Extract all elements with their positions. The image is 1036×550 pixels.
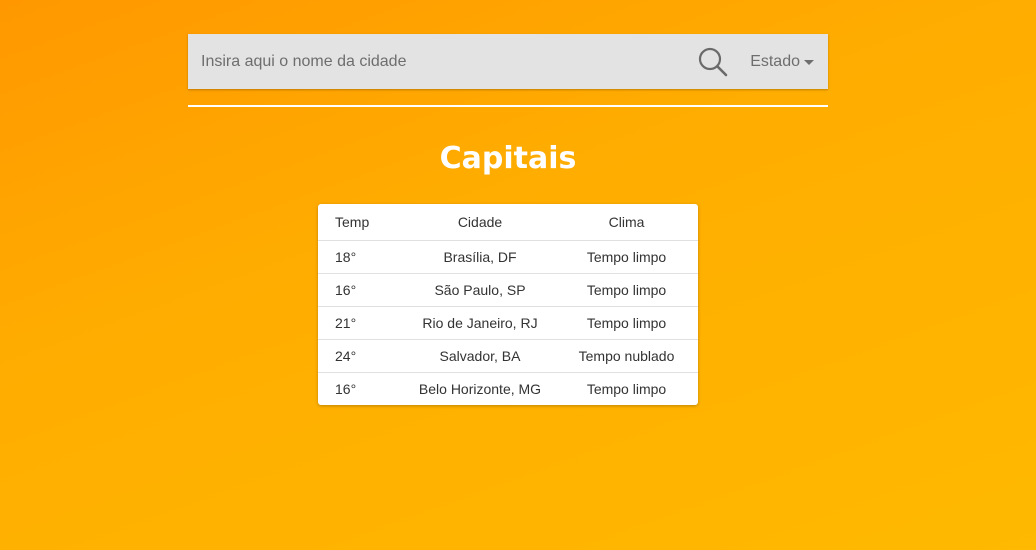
capitals-table-card: Temp Cidade Clima 18° Brasília, DF Tempo…	[318, 204, 698, 405]
cell-weather: Tempo limpo	[555, 240, 698, 274]
capitals-table: Temp Cidade Clima 18° Brasília, DF Tempo…	[318, 204, 698, 405]
header-city: Cidade	[405, 204, 555, 241]
search-bar: Estado	[188, 34, 828, 89]
table-row: 16° São Paulo, SP Tempo limpo	[318, 273, 698, 307]
cell-temp: 24°	[318, 339, 405, 373]
header-temp: Temp	[318, 204, 405, 241]
cell-city: Rio de Janeiro, RJ	[405, 306, 555, 340]
table-header-row: Temp Cidade Clima	[318, 204, 698, 241]
divider	[188, 105, 828, 107]
search-icon[interactable]	[696, 45, 730, 79]
cell-city: Salvador, BA	[405, 339, 555, 373]
cell-city: Brasília, DF	[405, 240, 555, 274]
state-dropdown-label: Estado	[750, 52, 800, 70]
cell-temp: 16°	[335, 381, 357, 397]
chevron-down-icon	[804, 60, 814, 65]
table-row: 21° Rio de Janeiro, RJ Tempo limpo	[318, 306, 698, 340]
header-weather: Clima	[555, 204, 698, 241]
cell-city: Belo Horizonte, MG	[418, 381, 542, 397]
table-row: 24° Salvador, BA Tempo nublado	[318, 339, 698, 373]
table-row: 16° Belo Horizonte, MG Tempo limpo	[318, 373, 698, 406]
page-title: Capitais	[439, 141, 577, 176]
cell-weather: Tempo limpo	[555, 273, 698, 307]
search-input[interactable]	[188, 34, 697, 89]
cell-city: São Paulo, SP	[405, 273, 555, 307]
cell-temp: 16°	[318, 273, 405, 307]
state-dropdown[interactable]: Estado	[750, 53, 814, 71]
cell-weather: Tempo nublado	[555, 339, 698, 373]
cell-temp: 18°	[318, 240, 405, 274]
cell-weather: Tempo limpo	[555, 306, 698, 340]
cell-weather: Tempo limpo	[586, 381, 667, 397]
table-row: 18° Brasília, DF Tempo limpo	[318, 240, 698, 274]
cell-temp: 21°	[318, 306, 405, 340]
